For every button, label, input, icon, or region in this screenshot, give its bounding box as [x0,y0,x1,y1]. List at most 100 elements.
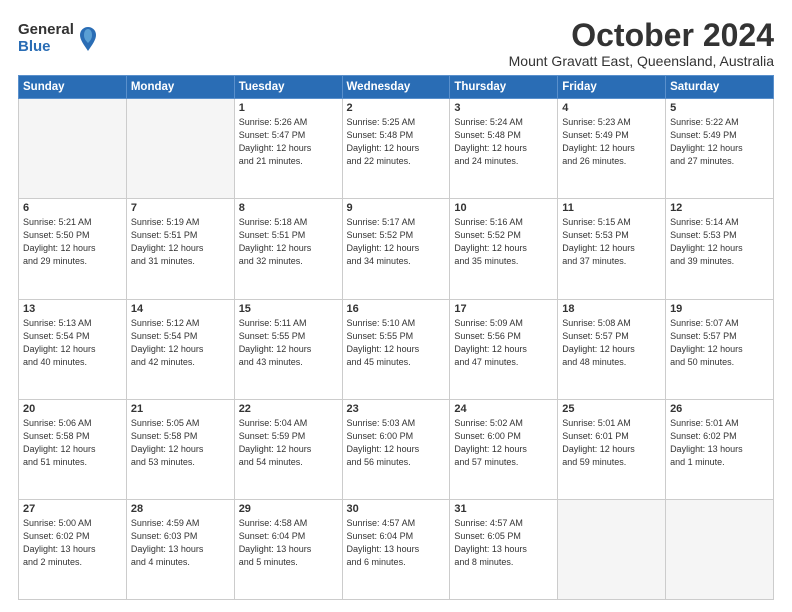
day-number: 17 [454,303,553,315]
table-row: 31 Sunrise: 4:57 AM Sunset: 6:05 PM Dayli… [450,499,558,599]
table-row: 11Sunrise: 5:15 AM Sunset: 5:53 PM Dayli… [558,199,666,299]
col-friday: Friday [558,76,666,99]
logo-icon [78,25,98,53]
logo-text: General Blue [18,22,74,55]
table-row: 9 Sunrise: 5:17 AM Sunset: 5:52 PM Daylig… [342,199,450,299]
day-detail: Sunrise: 4:57 AM Sunset: 6:04 PM Dayligh… [347,517,446,569]
table-row: 4 Sunrise: 5:23 AM Sunset: 5:49 PM Daylig… [558,99,666,199]
day-number: 1 [239,102,338,114]
table-row [126,99,234,199]
day-number: 22 [239,403,338,415]
logo: General Blue [18,22,98,55]
day-detail: Sunrise: 5:19 AM Sunset: 5:51 PM Dayligh… [131,216,230,268]
day-number: 27 [23,503,122,515]
day-detail: Sunrise: 5:24 AM Sunset: 5:48 PM Dayligh… [454,116,553,168]
day-detail: Sunrise: 4:58 AM Sunset: 6:04 PM Dayligh… [239,517,338,569]
day-number: 28 [131,503,230,515]
table-row: 26 Sunrise: 5:01 AM Sunset: 6:02 PM Dayli… [666,399,774,499]
day-detail: Sunrise: 5:01 AM Sunset: 6:01 PM Dayligh… [562,417,661,469]
day-number: 12 [670,202,769,214]
table-row: 19 Sunrise: 5:07 AM Sunset: 5:57 PM Dayli… [666,299,774,399]
day-detail: Sunrise: 5:02 AM Sunset: 6:00 PM Dayligh… [454,417,553,469]
table-row: 24Sunrise: 5:02 AM Sunset: 6:00 PM Dayli… [450,399,558,499]
day-detail: Sunrise: 5:16 AM Sunset: 5:52 PM Dayligh… [454,216,553,268]
day-number: 5 [670,102,769,114]
day-detail: Sunrise: 5:01 AM Sunset: 6:02 PM Dayligh… [670,417,769,469]
day-detail: Sunrise: 5:09 AM Sunset: 5:56 PM Dayligh… [454,317,553,369]
day-number: 26 [670,403,769,415]
table-row: 2 Sunrise: 5:25 AM Sunset: 5:48 PM Daylig… [342,99,450,199]
day-number: 2 [347,102,446,114]
day-detail: Sunrise: 5:10 AM Sunset: 5:55 PM Dayligh… [347,317,446,369]
table-row: 20 Sunrise: 5:06 AM Sunset: 5:58 PM Dayli… [19,399,127,499]
logo-blue: Blue [18,39,74,56]
table-row: 16 Sunrise: 5:10 AM Sunset: 5:55 PM Dayli… [342,299,450,399]
calendar-header-row: Sunday Monday Tuesday Wednesday Thursday… [19,76,774,99]
day-number: 9 [347,202,446,214]
table-row: 7 Sunrise: 5:19 AM Sunset: 5:51 PM Daylig… [126,199,234,299]
day-detail: Sunrise: 5:25 AM Sunset: 5:48 PM Dayligh… [347,116,446,168]
day-detail: Sunrise: 5:04 AM Sunset: 5:59 PM Dayligh… [239,417,338,469]
col-saturday: Saturday [666,76,774,99]
day-number: 20 [23,403,122,415]
title-location: Mount Gravatt East, Queensland, Australi… [509,53,774,69]
day-detail: Sunrise: 5:18 AM Sunset: 5:51 PM Dayligh… [239,216,338,268]
day-detail: Sunrise: 5:07 AM Sunset: 5:57 PM Dayligh… [670,317,769,369]
calendar-week-row: 27 Sunrise: 5:00 AM Sunset: 6:02 PM Dayli… [19,499,774,599]
table-row [558,499,666,599]
day-detail: Sunrise: 5:11 AM Sunset: 5:55 PM Dayligh… [239,317,338,369]
header: General Blue October 2024 Mount Gravatt … [18,18,774,69]
day-number: 19 [670,303,769,315]
day-number: 16 [347,303,446,315]
table-row: 23Sunrise: 5:03 AM Sunset: 6:00 PM Dayli… [342,399,450,499]
table-row: 3Sunrise: 5:24 AM Sunset: 5:48 PM Daylig… [450,99,558,199]
calendar-table: Sunday Monday Tuesday Wednesday Thursday… [18,75,774,600]
day-detail: Sunrise: 5:23 AM Sunset: 5:49 PM Dayligh… [562,116,661,168]
table-row: 15Sunrise: 5:11 AM Sunset: 5:55 PM Dayli… [234,299,342,399]
day-detail: Sunrise: 5:00 AM Sunset: 6:02 PM Dayligh… [23,517,122,569]
table-row: 25 Sunrise: 5:01 AM Sunset: 6:01 PM Dayli… [558,399,666,499]
logo-general: General [18,22,74,39]
col-thursday: Thursday [450,76,558,99]
table-row: 17 Sunrise: 5:09 AM Sunset: 5:56 PM Dayli… [450,299,558,399]
day-detail: Sunrise: 5:05 AM Sunset: 5:58 PM Dayligh… [131,417,230,469]
day-detail: Sunrise: 5:13 AM Sunset: 5:54 PM Dayligh… [23,317,122,369]
day-number: 18 [562,303,661,315]
table-row [666,499,774,599]
day-number: 25 [562,403,661,415]
day-detail: Sunrise: 5:21 AM Sunset: 5:50 PM Dayligh… [23,216,122,268]
day-number: 21 [131,403,230,415]
table-row: 22 Sunrise: 5:04 AM Sunset: 5:59 PM Dayli… [234,399,342,499]
day-number: 4 [562,102,661,114]
day-number: 31 [454,503,553,515]
day-number: 30 [347,503,446,515]
table-row: 1 Sunrise: 5:26 AM Sunset: 5:47 PM Daylig… [234,99,342,199]
day-detail: Sunrise: 5:17 AM Sunset: 5:52 PM Dayligh… [347,216,446,268]
day-detail: Sunrise: 4:59 AM Sunset: 6:03 PM Dayligh… [131,517,230,569]
calendar-week-row: 6 Sunrise: 5:21 AM Sunset: 5:50 PM Daylig… [19,199,774,299]
col-tuesday: Tuesday [234,76,342,99]
table-row: 30 Sunrise: 4:57 AM Sunset: 6:04 PM Dayli… [342,499,450,599]
day-number: 10 [454,202,553,214]
calendar-week-row: 1 Sunrise: 5:26 AM Sunset: 5:47 PM Daylig… [19,99,774,199]
table-row: 14Sunrise: 5:12 AM Sunset: 5:54 PM Dayli… [126,299,234,399]
day-detail: Sunrise: 5:08 AM Sunset: 5:57 PM Dayligh… [562,317,661,369]
title-month: October 2024 [509,18,774,53]
day-number: 14 [131,303,230,315]
table-row: 28 Sunrise: 4:59 AM Sunset: 6:03 PM Dayli… [126,499,234,599]
day-detail: Sunrise: 4:57 AM Sunset: 6:05 PM Dayligh… [454,517,553,569]
title-block: October 2024 Mount Gravatt East, Queensl… [509,18,774,69]
calendar-week-row: 20 Sunrise: 5:06 AM Sunset: 5:58 PM Dayli… [19,399,774,499]
day-number: 6 [23,202,122,214]
table-row: 10 Sunrise: 5:16 AM Sunset: 5:52 PM Dayli… [450,199,558,299]
day-detail: Sunrise: 5:03 AM Sunset: 6:00 PM Dayligh… [347,417,446,469]
table-row: 21 Sunrise: 5:05 AM Sunset: 5:58 PM Dayli… [126,399,234,499]
table-row: 12Sunrise: 5:14 AM Sunset: 5:53 PM Dayli… [666,199,774,299]
day-number: 7 [131,202,230,214]
day-detail: Sunrise: 5:06 AM Sunset: 5:58 PM Dayligh… [23,417,122,469]
day-detail: Sunrise: 5:26 AM Sunset: 5:47 PM Dayligh… [239,116,338,168]
day-detail: Sunrise: 5:15 AM Sunset: 5:53 PM Dayligh… [562,216,661,268]
page: General Blue October 2024 Mount Gravatt … [0,0,792,612]
table-row: 5Sunrise: 5:22 AM Sunset: 5:49 PM Daylig… [666,99,774,199]
table-row: 27 Sunrise: 5:00 AM Sunset: 6:02 PM Dayli… [19,499,127,599]
